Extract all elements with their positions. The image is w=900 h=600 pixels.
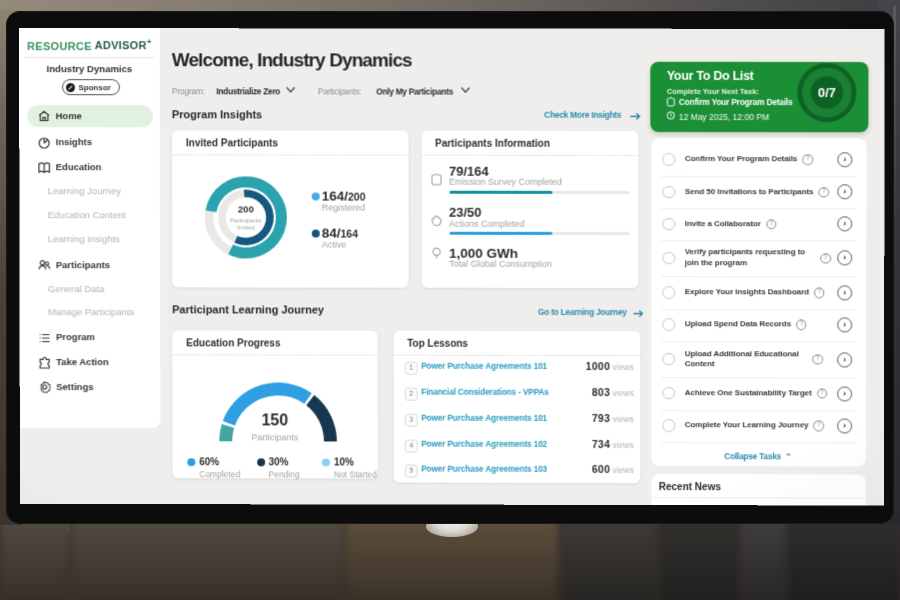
svg-text:Invited: Invited	[237, 225, 255, 231]
svg-text:200: 200	[238, 204, 254, 215]
svg-text:Participants: Participants	[230, 218, 261, 224]
svg-text:0/7: 0/7	[818, 85, 836, 100]
